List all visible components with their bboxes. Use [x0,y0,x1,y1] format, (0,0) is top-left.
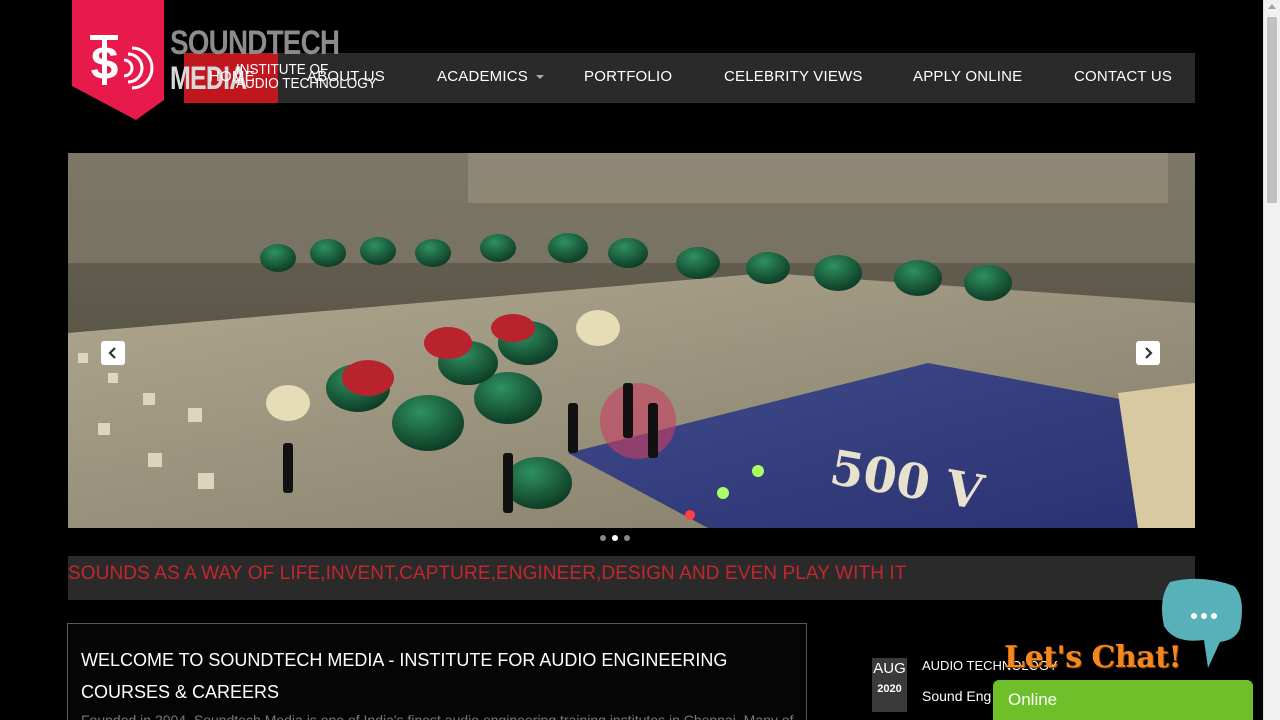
nav-item-apply-online[interactable]: APPLY ONLINE [913,68,1022,86]
chevron-down-icon [535,75,544,80]
chat-headline[interactable]: Let's Chat! [1004,640,1182,675]
nav-item-about-us[interactable]: ABOUT US [307,68,385,86]
welcome-body: Founded in 2004, Soundtech Media is one … [81,712,794,720]
logo-line1: SOUNDTECH [170,24,340,62]
slider-dot[interactable] [600,535,606,541]
hero-slide-image: 500 V [68,153,1195,528]
slider-prev-button[interactable] [101,341,125,365]
welcome-panel: WELCOME TO SOUNDTECH MEDIA - INSTITUTE F… [67,623,807,720]
news-year: 2020 [877,683,902,695]
nav-item-home[interactable]: HOME [209,68,255,86]
nav-item-academics[interactable]: ACADEMICS [437,68,544,86]
nav-item-portfolio[interactable]: PORTFOLIO [584,68,672,86]
page-scrollbar[interactable] [1263,0,1280,720]
hero-slider[interactable]: 500 V [68,153,1195,528]
logo-shield[interactable]: S [72,0,164,120]
welcome-title: WELCOME TO SOUNDTECH MEDIA - INSTITUTE F… [81,650,728,702]
slider-pagination [600,535,630,541]
scroll-up-icon[interactable] [1268,4,1276,9]
nav-item-celebrity-views[interactable]: CELEBRITY VIEWS [724,68,863,86]
slider-next-button[interactable] [1136,341,1160,365]
tagline: SOUNDS AS A WAY OF LIFE,INVENT,CAPTURE,E… [68,563,907,584]
nav-item-academics-label: ACADEMICS [437,68,528,85]
chevron-left-icon [108,347,116,359]
logo-wordmark[interactable]: SOUNDTECH MEDIA INSTITUTE OF AUDIO TECHN… [170,24,377,94]
chevron-right-icon [1145,347,1153,359]
page: S SOUNDTECH MEDIA INSTITUTE OF AUDIO TEC… [0,0,1280,720]
slider-dot[interactable] [624,535,630,541]
news-subtitle[interactable]: Sound Eng [922,688,991,704]
slider-dot-active[interactable] [612,535,618,541]
news-date-badge: AUG 2020 [872,658,907,712]
nav-item-contact-us[interactable]: CONTACT US [1074,68,1172,86]
chat-status: Online [1008,690,1058,709]
scrollbar-thumb[interactable] [1267,17,1277,203]
news-month: AUG [873,660,906,677]
